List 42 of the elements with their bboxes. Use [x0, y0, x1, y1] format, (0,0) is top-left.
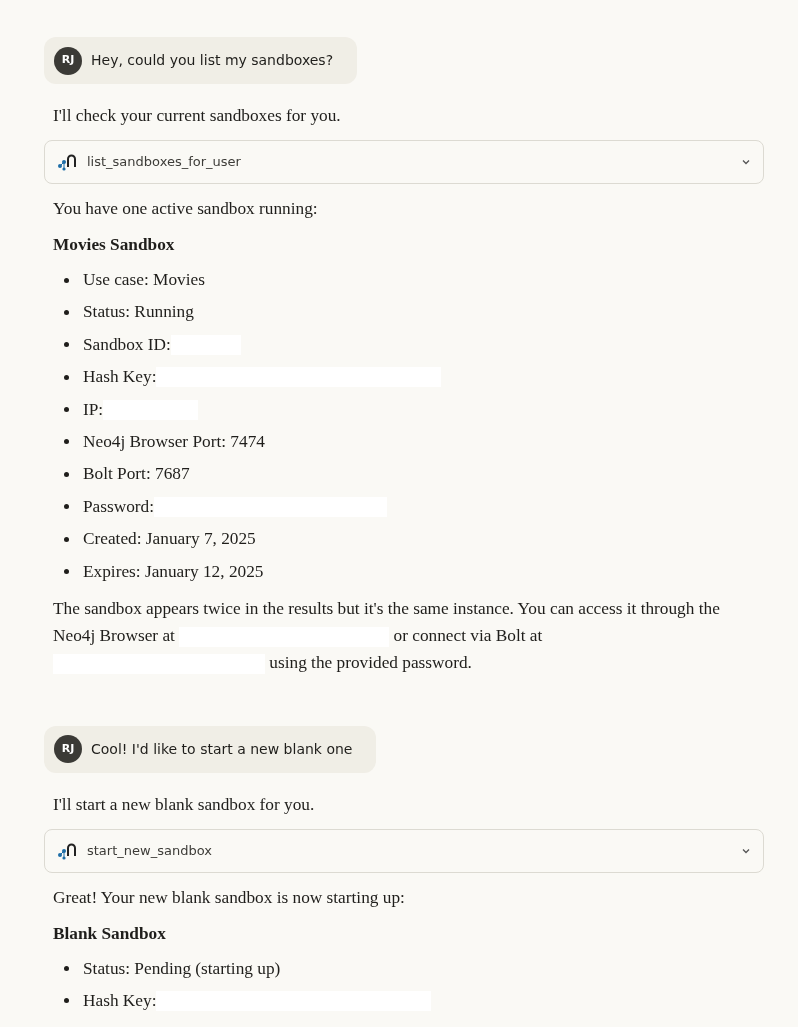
bullet-icon	[64, 504, 69, 510]
bullet-icon	[64, 277, 69, 283]
message-text: I'll start a new blank sandbox for you.	[52, 793, 316, 816]
bullet-icon	[64, 966, 69, 971]
list-item-text: Hash Key:	[83, 366, 157, 389]
message-text: Great! Your new blank sandbox is now starting up:	[52, 886, 406, 909]
section-heading: Movies Sandbox	[52, 234, 176, 256]
user-avatar: RJ	[54, 46, 82, 75]
bullet-icon	[64, 536, 69, 542]
bullet-icon	[64, 471, 69, 477]
list-item-text: Created: January 7, 2025	[83, 528, 256, 551]
bullet-icon	[64, 407, 69, 413]
list-item-text: Hash Key:	[83, 989, 157, 1012]
list-item-text: Status: Pending (starting up)	[83, 957, 281, 980]
tool-name: start_new_sandbox	[87, 841, 213, 860]
bullet-icon	[64, 309, 69, 315]
user-message-text: Hey, could you list my sandboxes?	[91, 51, 334, 70]
list-item-text: Expires: January 12, 2025	[83, 560, 264, 583]
message-text: You have one active sandbox running:	[52, 198, 319, 220]
tool-call-panel[interactable]: start_new_sandbox	[44, 828, 764, 873]
bullet-icon	[64, 439, 69, 445]
list-item-text: Sandbox ID:	[83, 333, 171, 356]
tool-icon	[57, 841, 77, 860]
bullet-icon	[64, 374, 69, 380]
bullet-icon	[64, 998, 69, 1004]
tool-call-panel[interactable]: list_sandboxes_for_user	[44, 140, 764, 184]
list-item-text: Use case: Movies	[83, 269, 205, 292]
message-text: I'll check your current sandboxes for you.	[52, 105, 342, 127]
list-item-text: Neo4j Browser Port: 7474	[83, 431, 265, 453]
list-item-text: Password:	[83, 495, 155, 518]
tool-name: list_sandboxes_for_user	[87, 153, 242, 172]
bullet-icon	[64, 569, 69, 574]
list-item-text: Status: Running	[83, 301, 194, 324]
message-text: The sandbox appears twice in the results but it's the same instance. You can access it through the Neo4j Browser at or connect via Bolt at using the provided password.	[52, 597, 721, 676]
user-avatar: RJ	[54, 735, 82, 763]
bullet-icon	[64, 342, 69, 348]
list-item-text: Bolt Port: 7687	[83, 463, 190, 486]
section-heading: Blank Sandbox	[52, 922, 167, 945]
list-item-text: IP:	[83, 398, 104, 421]
user-message-text: Cool! I'd like to start a new blank one	[91, 739, 353, 759]
chevron-icon	[741, 157, 751, 167]
tool-icon	[57, 153, 77, 171]
